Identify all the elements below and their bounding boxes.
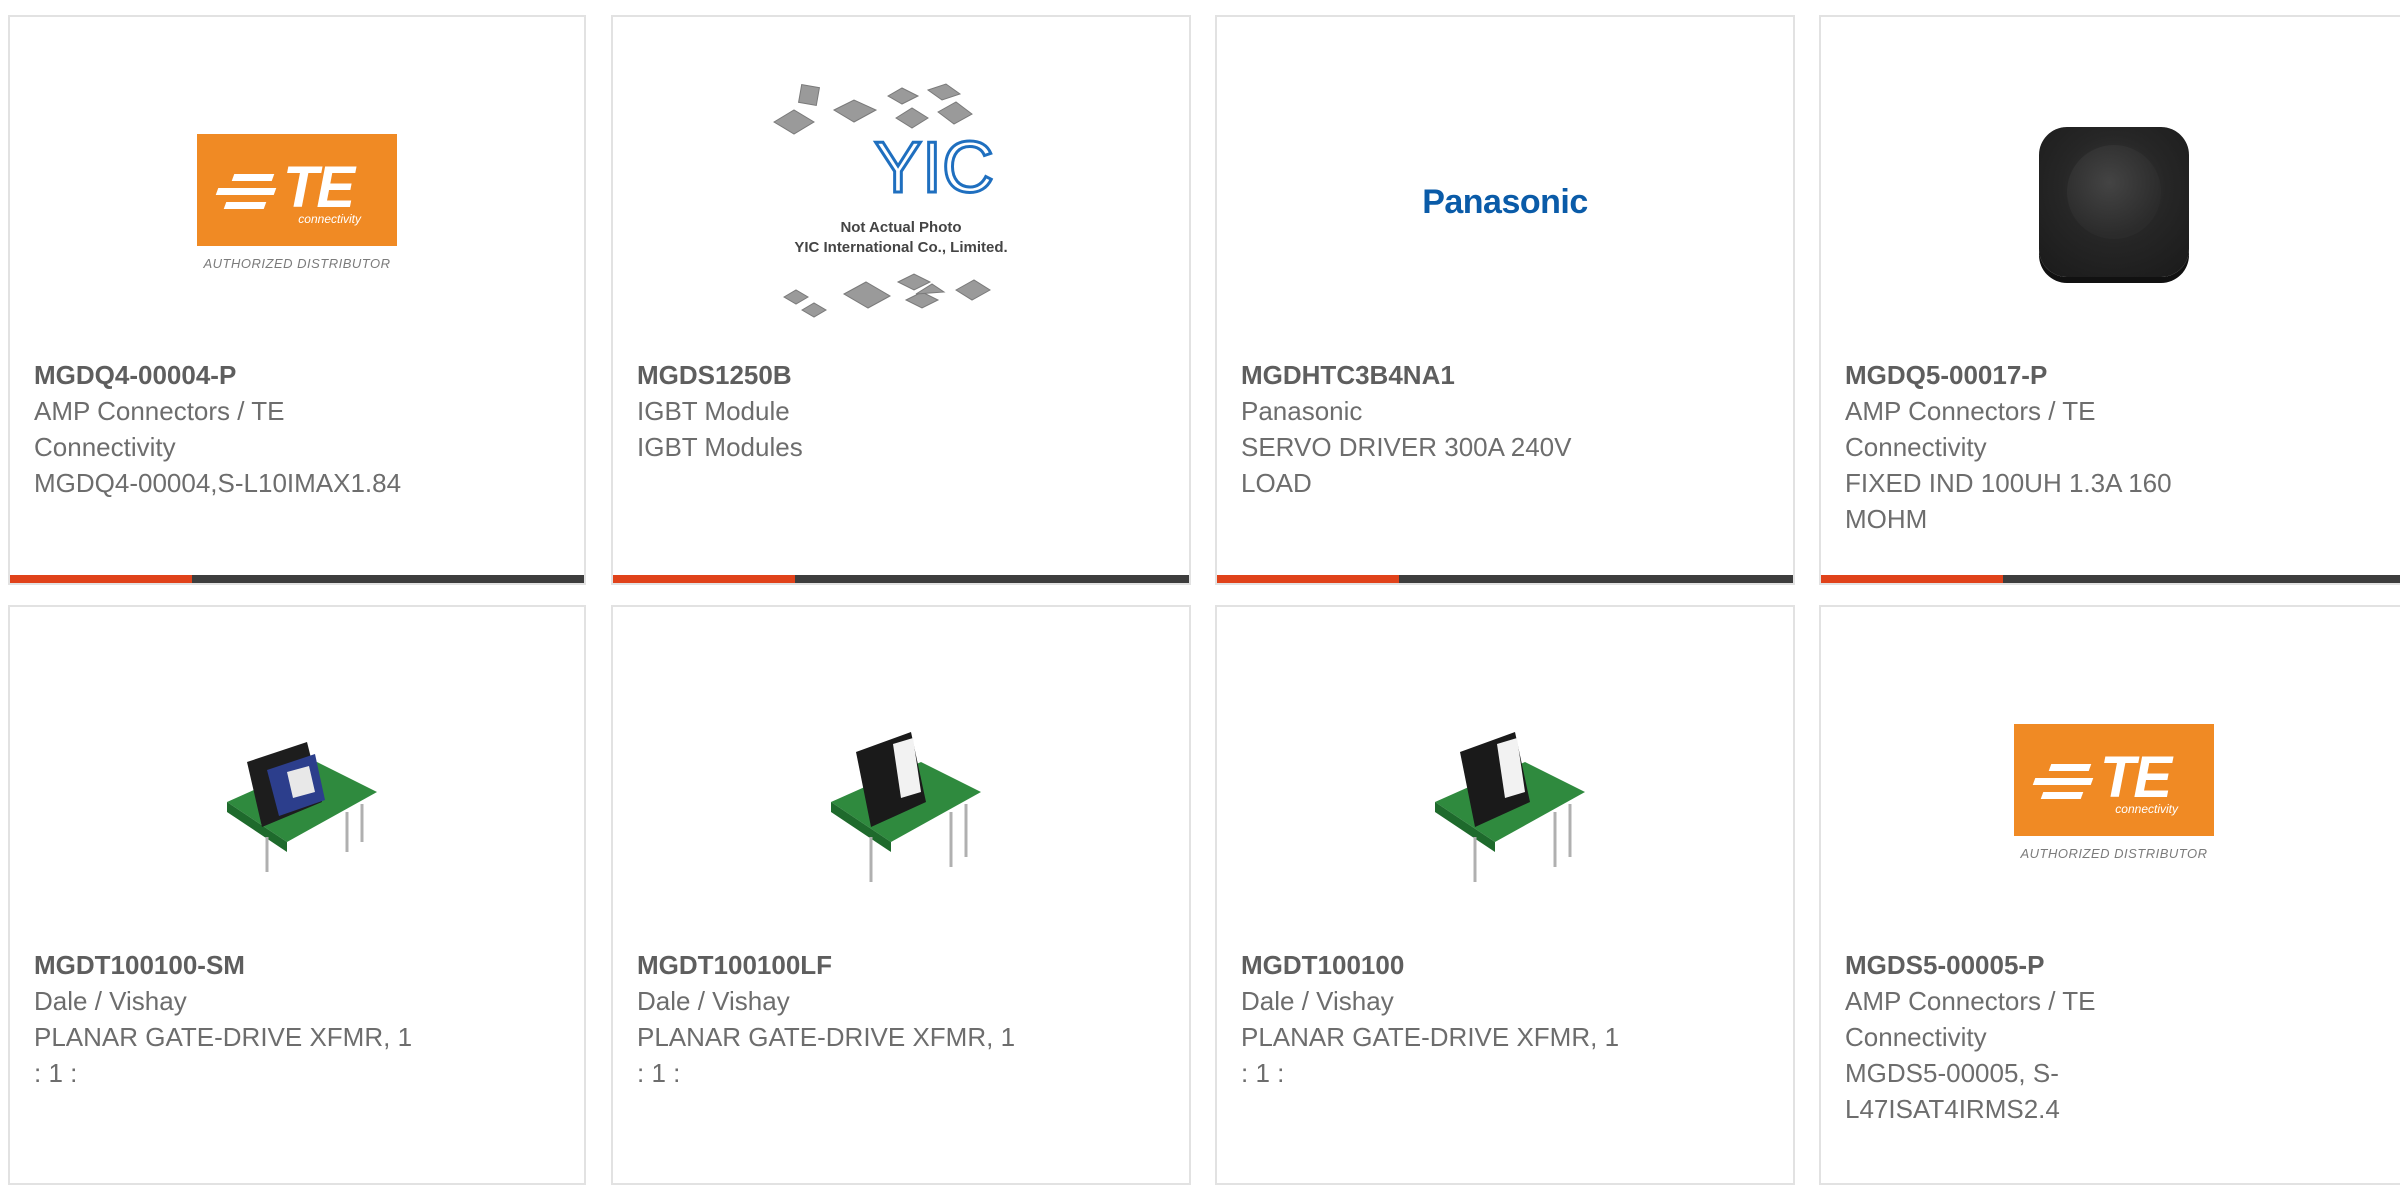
description: PLANAR GATE-DRIVE XFMR, 1 — [637, 1022, 1016, 1052]
product-image[interactable] — [1217, 677, 1793, 907]
part-number-link[interactable]: MGDQ4-00004-P — [34, 357, 474, 393]
description: MGDS5-00005, S- — [1845, 1058, 2059, 1088]
description: SERVO DRIVER 300A 240V — [1241, 432, 1572, 462]
part-number-link[interactable]: MGDS1250B — [637, 357, 1077, 393]
description: FIXED IND 100UH 1.3A 160 — [1845, 468, 2172, 498]
description: LOAD — [1241, 468, 1312, 498]
description: : 1 : — [1241, 1058, 1285, 1088]
description: : 1 : — [34, 1058, 78, 1088]
category: IGBT Module — [637, 396, 790, 426]
card-accent-bar — [10, 575, 584, 583]
product-image[interactable] — [613, 677, 1189, 907]
product-card[interactable]: MGDQ5-00017-P AMP Connectors / TE Connec… — [1819, 15, 2400, 585]
manufacturer: AMP Connectors / TE — [34, 396, 285, 426]
svg-text:YIC: YIC — [874, 128, 994, 208]
product-image[interactable]: TE connectivity AUTHORIZED DISTRIBUTOR — [10, 87, 584, 317]
product-card[interactable]: TE connectivity AUTHORIZED DISTRIBUTOR M… — [1819, 605, 2400, 1185]
part-number-link[interactable]: MGDHTC3B4NA1 — [1241, 357, 1681, 393]
manufacturer: Panasonic — [1241, 396, 1363, 426]
part-number-link[interactable]: MGDT100100 — [1241, 947, 1681, 983]
panasonic-logo: Panasonic — [1422, 182, 1588, 221]
description: MGDQ4-00004,S-L10IMAX1.84 — [34, 468, 402, 498]
manufacturer: Connectivity — [1845, 432, 1987, 462]
card-accent-bar — [613, 575, 1189, 583]
yic-placeholder-image: YIC Not Actual Photo YIC International C… — [773, 83, 1008, 318]
description: IGBT Modules — [637, 432, 803, 462]
manufacturer: Connectivity — [1845, 1022, 1987, 1052]
card-accent-bar — [1217, 575, 1793, 583]
product-card[interactable]: MGDT100100 Dale / Vishay PLANAR GATE-DRI… — [1215, 605, 1795, 1185]
transformer-photo — [227, 742, 377, 872]
product-card[interactable]: TE connectivity AUTHORIZED DISTRIBUTOR M… — [8, 15, 586, 585]
description: PLANAR GATE-DRIVE XFMR, 1 — [1241, 1022, 1620, 1052]
part-number-link[interactable]: MGDS5-00005-P — [1845, 947, 2285, 983]
transformer-photo — [1435, 732, 1585, 882]
product-image[interactable]: TE connectivity AUTHORIZED DISTRIBUTOR — [1821, 677, 2400, 907]
part-number-link[interactable]: MGDQ5-00017-P — [1845, 357, 2285, 393]
product-card[interactable]: MGDT100100-SM Dale / Vishay PLANAR GATE-… — [8, 605, 586, 1185]
svg-text:YIC International Co., Limited: YIC International Co., Limited. — [794, 239, 1007, 256]
product-image[interactable] — [1821, 87, 2400, 317]
manufacturer: Dale / Vishay — [637, 986, 790, 1016]
product-image[interactable]: Panasonic — [1217, 87, 1793, 317]
manufacturer: Dale / Vishay — [1241, 986, 1394, 1016]
description: MOHM — [1845, 504, 1928, 534]
product-card[interactable]: Panasonic MGDHTC3B4NA1 Panasonic SERVO D… — [1215, 15, 1795, 585]
part-number-link[interactable]: MGDT100100-SM — [34, 947, 474, 983]
manufacturer: Connectivity — [34, 432, 176, 462]
description: PLANAR GATE-DRIVE XFMR, 1 — [34, 1022, 413, 1052]
transformer-photo — [831, 732, 981, 882]
description: : 1 : — [637, 1058, 681, 1088]
part-number-link[interactable]: MGDT100100LF — [637, 947, 1077, 983]
inductor-photo — [2039, 127, 2189, 277]
manufacturer: AMP Connectors / TE — [1845, 396, 2096, 426]
product-image[interactable]: YIC Not Actual Photo YIC International C… — [613, 83, 1189, 318]
manufacturer: AMP Connectors / TE — [1845, 986, 2096, 1016]
te-connectivity-logo: TE connectivity AUTHORIZED DISTRIBUTOR — [2014, 723, 2214, 861]
description: L47ISAT4IRMS2.4 — [1845, 1094, 2060, 1124]
svg-text:Not Actual Photo: Not Actual Photo — [840, 219, 961, 236]
card-accent-bar — [1821, 575, 2400, 583]
te-connectivity-logo: TE connectivity AUTHORIZED DISTRIBUTOR — [197, 133, 397, 271]
product-image[interactable] — [10, 677, 584, 907]
manufacturer: Dale / Vishay — [34, 986, 187, 1016]
product-card[interactable]: YIC Not Actual Photo YIC International C… — [611, 15, 1191, 585]
product-card[interactable]: MGDT100100LF Dale / Vishay PLANAR GATE-D… — [611, 605, 1191, 1185]
